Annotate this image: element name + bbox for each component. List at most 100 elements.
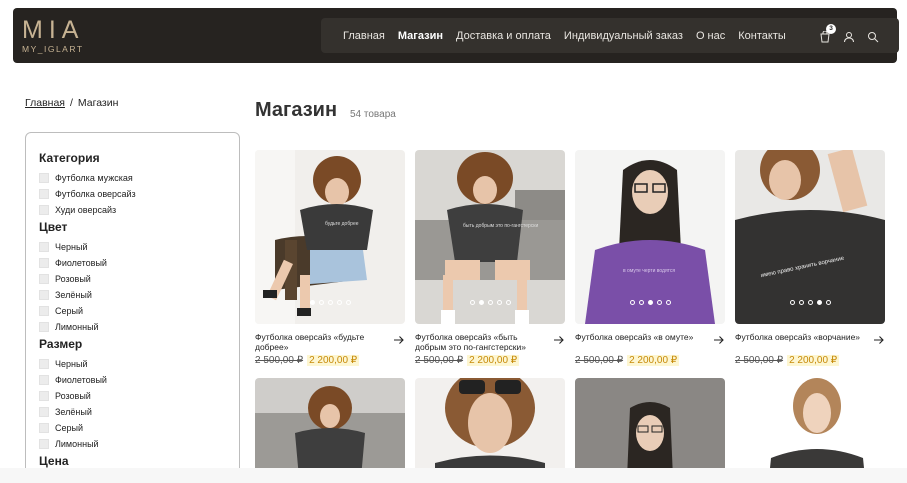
filter-option-label: Розовый (55, 274, 91, 284)
product-image[interactable] (255, 378, 405, 478)
checkbox[interactable] (39, 407, 49, 417)
filter-option[interactable]: Серый (39, 420, 239, 436)
filter-category: Категория Футболка мужская Футболка овер… (39, 151, 239, 218)
main-nav: Главная Магазин Доставка и оплата Индиви… (321, 18, 899, 53)
product-card: будьте добрее Футболка оверсайз «будьте … (255, 150, 405, 366)
breadcrumb: Главная / Магазин (25, 97, 118, 109)
arrow-right-icon[interactable] (873, 333, 885, 345)
filter-option-label: Черный (55, 359, 88, 369)
nav-home[interactable]: Главная (343, 30, 385, 42)
product-title[interactable]: Футболка оверсайз «быть добрым это по-га… (415, 332, 543, 352)
filter-option-label: Футболка оверсайз (55, 189, 136, 199)
product-card: быть добрым это по-гангстерски Футболка … (415, 150, 565, 366)
filter-option-label: Розовый (55, 391, 91, 401)
logo-sub: MY_IGLART (22, 44, 84, 54)
filter-color: Цвет Черный Фиолетовый Розовый Зелёный С… (39, 220, 239, 335)
old-price: 2 500,00 ₽ (415, 355, 464, 366)
product-price: 2 500,00 ₽ 2 200,00 ₽ (575, 355, 680, 366)
checkbox[interactable] (39, 322, 49, 332)
arrow-right-icon[interactable] (393, 333, 405, 345)
product-image[interactable] (575, 378, 725, 478)
checkbox[interactable] (39, 359, 49, 369)
filter-option[interactable]: Зелёный (39, 404, 239, 420)
cart-count-badge: 3 (826, 23, 836, 34)
checkbox[interactable] (39, 290, 49, 300)
arrow-right-icon[interactable] (713, 333, 725, 345)
product-card (415, 378, 565, 478)
arrow-right-icon[interactable] (553, 333, 565, 345)
nav-custom-order[interactable]: Индивидуальный заказ (564, 30, 683, 42)
old-price: 2 500,00 ₽ (255, 355, 304, 366)
filter-sidebar: Категория Футболка мужская Футболка овер… (25, 132, 240, 483)
product-image[interactable]: быть добрым это по-гангстерски (415, 150, 565, 324)
product-price: 2 500,00 ₽ 2 200,00 ₽ (735, 355, 840, 366)
filter-option[interactable]: Футболка оверсайз (39, 186, 239, 202)
product-card (735, 378, 885, 478)
shirt-print: будьте добрее (325, 221, 359, 227)
filter-option-label: Черный (55, 242, 88, 252)
checkbox[interactable] (39, 205, 49, 215)
filter-option[interactable]: Розовый (39, 388, 239, 404)
filter-option-label: Зелёный (55, 407, 92, 417)
product-card: имею право хранить ворчание Футболка ове… (735, 150, 885, 366)
filter-option[interactable]: Футболка мужская (39, 170, 239, 186)
site-header: MIA MY_IGLART Главная Магазин Доставка и… (13, 8, 899, 63)
filter-option[interactable]: Черный (39, 239, 239, 255)
search-icon[interactable] (867, 30, 879, 42)
product-image[interactable] (415, 378, 565, 478)
filter-option[interactable]: Фиолетовый (39, 255, 239, 271)
logo-main: MIA (22, 16, 85, 44)
filter-title-size: Размер (39, 337, 83, 351)
checkbox[interactable] (39, 274, 49, 284)
filter-option[interactable]: Серый (39, 303, 239, 319)
product-title[interactable]: Футболка оверсайз «будьте добрее» (255, 332, 383, 352)
nav-contacts[interactable]: Контакты (738, 30, 786, 42)
filter-option-label: Фиолетовый (55, 375, 107, 385)
logo[interactable]: MIA MY_IGLART (22, 16, 85, 55)
product-image[interactable] (735, 378, 885, 478)
page-title: Магазин (255, 99, 338, 121)
checkbox[interactable] (39, 391, 49, 401)
product-price: 2 500,00 ₽ 2 200,00 ₽ (255, 355, 360, 366)
filter-option[interactable]: Фиолетовый (39, 372, 239, 388)
user-icon[interactable] (843, 30, 855, 42)
product-count: 54 товара (350, 109, 396, 120)
shirt-print: в омуте черти водятся (623, 268, 675, 274)
checkbox[interactable] (39, 306, 49, 316)
product-image[interactable]: в омуте черти водятся (575, 150, 725, 324)
filter-option[interactable]: Худи оверсайз (39, 202, 239, 218)
breadcrumb-current: Магазин (77, 97, 119, 109)
filter-option[interactable]: Розовый (39, 271, 239, 287)
filter-option-label: Зелёный (55, 290, 92, 300)
sale-price: 2 200,00 ₽ (467, 355, 520, 366)
filter-option[interactable]: Лимонный (39, 436, 239, 452)
filter-option[interactable]: Черный (39, 356, 239, 372)
nav-shop[interactable]: Магазин (398, 30, 443, 42)
old-price: 2 500,00 ₽ (735, 355, 784, 366)
product-image[interactable]: имею право хранить ворчание (735, 150, 885, 324)
checkbox[interactable] (39, 242, 49, 252)
filter-option-label: Лимонный (55, 322, 99, 332)
nav-about[interactable]: О нас (696, 30, 725, 42)
breadcrumb-home[interactable]: Главная (25, 97, 65, 109)
checkbox[interactable] (39, 375, 49, 385)
nav-delivery[interactable]: Доставка и оплата (456, 30, 551, 42)
product-card (255, 378, 405, 478)
checkbox[interactable] (39, 173, 49, 183)
filter-option[interactable]: Лимонный (39, 319, 239, 335)
sale-price: 2 200,00 ₽ (787, 355, 840, 366)
checkbox[interactable] (39, 258, 49, 268)
product-title[interactable]: Футболка оверсайз «в омуте» (575, 332, 703, 342)
filter-option[interactable]: Зелёный (39, 287, 239, 303)
checkbox[interactable] (39, 189, 49, 199)
cart-icon[interactable]: 3 (819, 23, 836, 42)
breadcrumb-separator: / (69, 97, 73, 109)
checkbox[interactable] (39, 439, 49, 449)
old-price: 2 500,00 ₽ (575, 355, 624, 366)
filter-title-price: Цена (39, 454, 69, 468)
product-card: в омуте черти водятся Футболка оверсайз … (575, 150, 725, 366)
filter-option-label: Футболка мужская (55, 173, 133, 183)
product-image[interactable]: будьте добрее (255, 150, 405, 324)
checkbox[interactable] (39, 423, 49, 433)
product-title[interactable]: Футболка оверсайз «ворчание» (735, 332, 863, 342)
